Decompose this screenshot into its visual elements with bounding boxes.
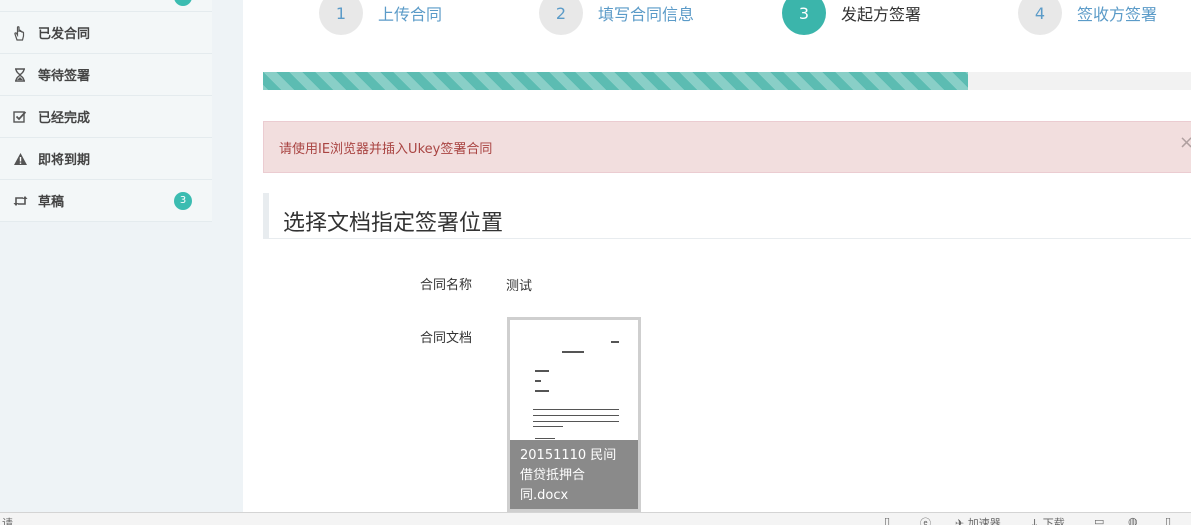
sidebar-item-label: 已经完成 — [38, 111, 91, 126]
accelerator-button[interactable]: ✈ 加速器 — [955, 515, 1001, 525]
hand-pointer-icon — [12, 25, 28, 41]
progress-bar — [263, 72, 1191, 90]
browser-status-bar: 请 ▯ ⓔ ✈ 加速器 ↓ 下载 ▭ ◍ ▯ — [0, 512, 1191, 525]
check-square-icon — [12, 109, 28, 125]
rocket-icon: ✈ — [955, 517, 965, 525]
main-content: 1 上传合同 2 填写合同信息 3 发起方签署 4 签收方签署 请使用IE浏览器… — [243, 0, 1191, 512]
sidebar: 已发合同 等待签署 已经完成 即将到期 草稿 3 — [0, 0, 243, 512]
badge-partial — [174, 0, 192, 6]
bookmark-icon[interactable]: ▯ — [884, 515, 890, 525]
contract-document-label: 合同文档 — [420, 331, 473, 346]
document-thumbnail[interactable]: 20151110 民间借贷抵押合同.docx — [507, 317, 641, 512]
sidebar-item-expiring[interactable]: 即将到期 — [0, 138, 212, 180]
download-label: 下载 — [1042, 517, 1065, 525]
download-button[interactable]: ↓ 下载 — [1030, 515, 1065, 525]
step-label: 上传合同 — [378, 5, 443, 24]
sidebar-item-label: 等待签署 — [38, 69, 91, 84]
section-header: 选择文档指定签署位置 — [263, 193, 1191, 239]
warning-icon — [12, 151, 28, 167]
globe-icon[interactable]: ◍ — [1128, 515, 1138, 525]
sidebar-item-label: 即将到期 — [38, 153, 91, 168]
sidebar-item-completed[interactable]: 已经完成 — [0, 96, 212, 138]
close-icon[interactable]: × — [1179, 132, 1191, 153]
retweet-icon — [12, 193, 28, 209]
sidebar-item-partial[interactable] — [0, 0, 212, 12]
download-icon: ↓ — [1030, 517, 1040, 525]
ie-icon[interactable]: ⓔ — [920, 515, 931, 525]
step-recipient-sign[interactable]: 4 签收方签署 — [1018, 0, 1157, 35]
step-number: 4 — [1018, 0, 1062, 35]
hourglass-icon — [12, 67, 28, 83]
sidebar-item-waiting[interactable]: 等待签署 — [0, 54, 212, 96]
step-number: 2 — [539, 0, 583, 35]
status-text: 请 — [2, 517, 13, 525]
step-fill-info[interactable]: 2 填写合同信息 — [539, 0, 694, 35]
step-label: 发起方签署 — [841, 5, 922, 24]
step-label: 填写合同信息 — [598, 5, 695, 24]
step-number: 1 — [319, 0, 363, 35]
step-number: 3 — [782, 0, 826, 35]
window-icon[interactable]: ▭ — [1094, 515, 1104, 525]
sidebar-menu: 已发合同 等待签署 已经完成 即将到期 草稿 3 — [0, 0, 212, 222]
sidebar-item-drafts[interactable]: 草稿 3 — [0, 180, 212, 222]
sidebar-item-sent[interactable]: 已发合同 — [0, 12, 212, 54]
section-title: 选择文档指定签署位置 — [283, 211, 504, 236]
step-upload[interactable]: 1 上传合同 — [319, 0, 442, 35]
alert-message: 请使用IE浏览器并插入Ukey签署合同 — [279, 141, 493, 157]
document-filename: 20151110 民间借贷抵押合同.docx — [510, 440, 638, 509]
drafts-count-badge: 3 — [174, 192, 192, 210]
sidebar-item-label: 草稿 — [38, 195, 65, 210]
contract-name-value: 测试 — [506, 279, 533, 294]
contract-name-label: 合同名称 — [420, 278, 473, 293]
progress-bar-fill — [263, 72, 969, 90]
sidebar-item-label: 已发合同 — [38, 27, 91, 42]
alert-banner: 请使用IE浏览器并插入Ukey签署合同 × — [263, 121, 1191, 173]
step-initiator-sign[interactable]: 3 发起方签署 — [782, 0, 921, 35]
panel-icon[interactable]: ▯ — [1165, 515, 1171, 525]
step-label: 签收方签署 — [1077, 5, 1158, 24]
accelerator-label: 加速器 — [967, 517, 1001, 525]
document-preview-page — [513, 323, 635, 443]
